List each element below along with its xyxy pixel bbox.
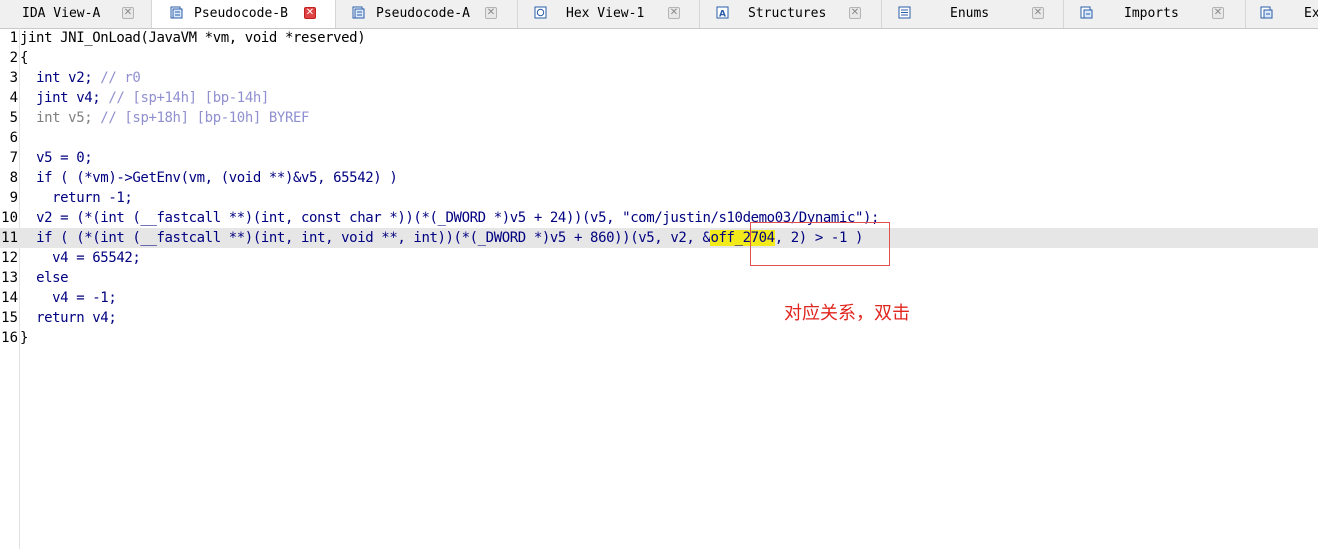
line-number: 11 bbox=[1, 230, 18, 246]
brace-close: } bbox=[20, 330, 29, 346]
annotation-box bbox=[750, 222, 890, 266]
pseudocode-view[interactable]: 1 jint JNI_OnLoad(JavaVM *vm, void *rese… bbox=[0, 28, 1318, 549]
code-line-9[interactable]: 9 return -1; bbox=[0, 188, 1318, 208]
function-signature[interactable]: jint JNI_OnLoad(JavaVM *vm, void *reserv… bbox=[20, 28, 366, 48]
brace-open: { bbox=[20, 50, 29, 66]
code-line-10[interactable]: 10 v2 = (*(int (__fastcall **)(int, cons… bbox=[0, 208, 1318, 228]
statement[interactable]: if ( (*vm)->GetEnv(vm, (void **)&v5, 655… bbox=[36, 170, 398, 186]
code-line-3[interactable]: 3 int v2; // r0 bbox=[0, 68, 1318, 88]
pseudocode-icon bbox=[170, 6, 183, 19]
code-line-12[interactable]: 12 v4 = 65542; bbox=[0, 248, 1318, 268]
tab-hex-view-1[interactable]: Hex View-1 ✕ bbox=[518, 0, 700, 28]
close-icon[interactable]: ✕ bbox=[485, 7, 497, 19]
tab-pseudocode-b[interactable]: Pseudocode-B ✕ bbox=[152, 0, 336, 28]
line-number: 3 bbox=[9, 70, 18, 86]
tab-bar: IDA View-A ✕ Pseudocode-B ✕ Pseudocode-A… bbox=[0, 0, 1318, 29]
hex-icon bbox=[534, 6, 547, 19]
statement[interactable]: if ( (*(int (__fastcall **)(int, int, vo… bbox=[36, 230, 711, 246]
line-number: 14 bbox=[1, 290, 18, 306]
pseudocode-icon bbox=[352, 6, 365, 19]
line-number: 16 bbox=[1, 330, 18, 346]
code-line-14[interactable]: 14 v4 = -1; bbox=[0, 288, 1318, 308]
line-number: 6 bbox=[9, 130, 18, 146]
line-number: 4 bbox=[9, 90, 18, 106]
declaration[interactable]: jint v4; bbox=[36, 90, 101, 106]
close-icon[interactable]: ✕ bbox=[668, 7, 680, 19]
line-number: 12 bbox=[1, 250, 18, 266]
tab-pseudocode-a[interactable]: Pseudocode-A ✕ bbox=[336, 0, 518, 28]
tab-structures[interactable]: A Structures ✕ bbox=[700, 0, 882, 28]
line-number: 1 bbox=[9, 30, 18, 46]
tab-label: Ex bbox=[1304, 6, 1318, 21]
exports-icon bbox=[1260, 6, 1273, 19]
tab-label: Enums bbox=[950, 6, 990, 21]
keyword-else[interactable]: else bbox=[36, 270, 69, 286]
line-number: 10 bbox=[1, 210, 18, 226]
code-line-4[interactable]: 4 jint v4; // [sp+14h] [bp-14h] bbox=[0, 88, 1318, 108]
line-number: 5 bbox=[9, 110, 18, 126]
code-line-16[interactable]: 16 } bbox=[0, 328, 1318, 348]
structures-icon: A bbox=[716, 6, 729, 19]
statement[interactable]: v4 = 65542; bbox=[52, 250, 141, 266]
tab-label: IDA View-A bbox=[22, 6, 101, 21]
code-line-11[interactable]: 11 if ( (*(int (__fastcall **)(int, int,… bbox=[0, 228, 1318, 248]
statement[interactable]: return v4; bbox=[36, 310, 117, 326]
close-icon[interactable]: ✕ bbox=[122, 7, 134, 19]
code-line-2[interactable]: 2 { bbox=[0, 48, 1318, 68]
tab-label: Hex View-1 bbox=[566, 6, 645, 21]
code-line-6[interactable]: 6 bbox=[0, 128, 1318, 148]
declaration[interactable]: int v5; bbox=[36, 110, 93, 126]
tab-label: Structures bbox=[748, 6, 827, 21]
tab-imports[interactable]: Imports ✕ bbox=[1064, 0, 1246, 28]
line-number: 9 bbox=[9, 190, 18, 206]
line-number: 15 bbox=[1, 310, 18, 326]
line-number: 8 bbox=[9, 170, 18, 186]
tab-exports[interactable]: Ex bbox=[1246, 0, 1318, 28]
line-number: 2 bbox=[9, 50, 18, 66]
line-number: 13 bbox=[1, 270, 18, 286]
tab-enums[interactable]: Enums ✕ bbox=[882, 0, 1064, 28]
code-line-7[interactable]: 7 v5 = 0; bbox=[0, 148, 1318, 168]
close-icon[interactable]: ✕ bbox=[1032, 7, 1044, 19]
statement[interactable]: v4 = -1; bbox=[52, 290, 117, 306]
statement[interactable]: v5 = 0; bbox=[36, 150, 93, 166]
svg-text:A: A bbox=[719, 10, 726, 20]
tab-label: Pseudocode-A bbox=[376, 6, 470, 21]
close-icon[interactable]: ✕ bbox=[849, 7, 861, 19]
tab-label: Pseudocode-B bbox=[194, 6, 288, 21]
close-icon[interactable]: ✕ bbox=[1212, 7, 1224, 19]
close-icon[interactable]: ✕ bbox=[304, 7, 316, 19]
code-line-15[interactable]: 15 return v4; bbox=[0, 308, 1318, 328]
code-line-13[interactable]: 13 else bbox=[0, 268, 1318, 288]
tab-ida-view-a[interactable]: IDA View-A ✕ bbox=[0, 0, 152, 28]
comment: // r0 bbox=[100, 70, 141, 86]
declaration[interactable]: int v2; bbox=[36, 70, 93, 86]
statement[interactable]: return -1; bbox=[52, 190, 133, 206]
annotation-text: 对应关系，双击 bbox=[784, 303, 910, 324]
code-line-5[interactable]: 5 int v5; // [sp+18h] [bp-10h] BYREF bbox=[0, 108, 1318, 128]
code-line-1[interactable]: 1 jint JNI_OnLoad(JavaVM *vm, void *rese… bbox=[0, 28, 1318, 48]
tab-label: Imports bbox=[1124, 6, 1179, 21]
line-number: 7 bbox=[9, 150, 18, 166]
comment: // [sp+18h] [bp-10h] BYREF bbox=[100, 110, 310, 126]
enums-icon bbox=[898, 6, 911, 19]
imports-icon bbox=[1080, 6, 1093, 19]
code-line-8[interactable]: 8 if ( (*vm)->GetEnv(vm, (void **)&v5, 6… bbox=[0, 168, 1318, 188]
comment: // [sp+14h] [bp-14h] bbox=[108, 90, 269, 106]
